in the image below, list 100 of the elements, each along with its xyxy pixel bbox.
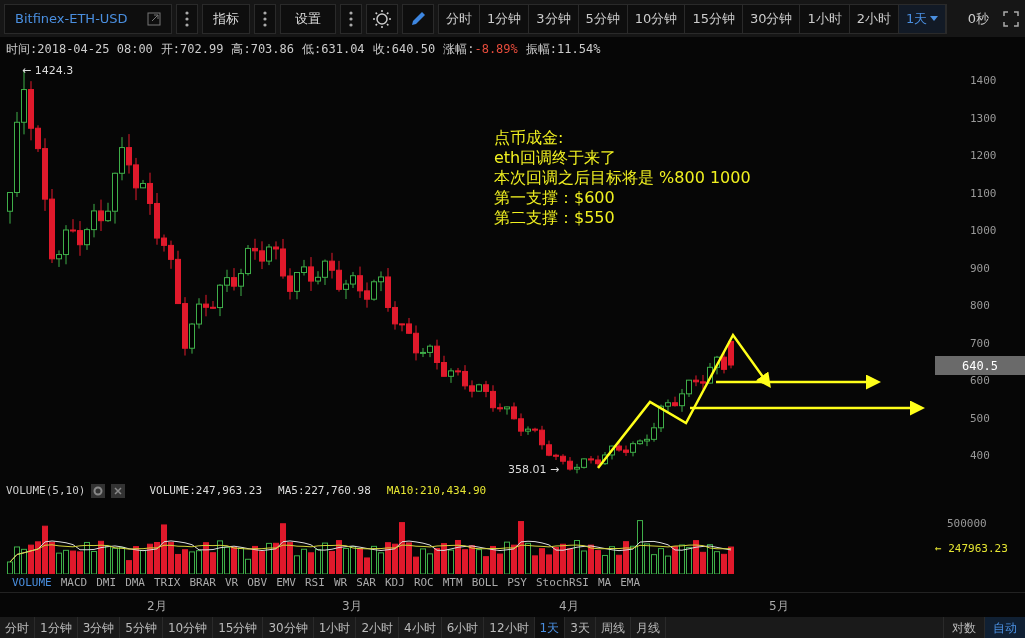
- period-tab[interactable]: 10分钟: [627, 4, 686, 33]
- period-tab[interactable]: 周线: [595, 617, 631, 638]
- period-tab[interactable]: 12小时: [484, 617, 535, 638]
- indicator-tab[interactable]: DMI: [96, 574, 117, 592]
- indicator-tab[interactable]: BRAR: [189, 574, 216, 592]
- period-tab[interactable]: 5分钟: [120, 617, 163, 638]
- indicator-tab[interactable]: EMA: [620, 574, 641, 592]
- indicator-tab[interactable]: MA: [598, 574, 612, 592]
- month-label: 2月: [147, 598, 167, 615]
- info-value: -8.89%: [474, 40, 518, 58]
- period-tab[interactable]: 15分钟: [213, 617, 264, 638]
- period-tab[interactable]: 分时: [439, 4, 480, 33]
- settings-icon[interactable]: [91, 484, 106, 498]
- sun-icon: [372, 8, 392, 29]
- y-axis-label: 500: [970, 410, 990, 427]
- info-value: 702.99: [180, 40, 224, 58]
- indicator-tab[interactable]: MTM: [442, 574, 463, 592]
- volume-reading: MA10:210,434.90: [386, 482, 487, 499]
- y-axis-label: 1000: [970, 223, 997, 239]
- y-axis-label: 900: [970, 260, 990, 277]
- info-label: 高:: [231, 40, 251, 58]
- scale-mode-button[interactable]: 自动: [984, 617, 1025, 638]
- symbol-name: Bitfinex-ETH-USD: [15, 9, 128, 28]
- period-tab[interactable]: 3天: [565, 617, 596, 638]
- countdown-text: 0秒: [967, 9, 989, 28]
- period-tab[interactable]: 1分钟: [35, 617, 78, 638]
- indicator-tab[interactable]: MACD: [60, 574, 88, 592]
- info-label: 收:: [372, 40, 392, 58]
- period-tab[interactable]: 1天: [534, 617, 566, 638]
- period-tab[interactable]: 1分钟: [480, 4, 530, 33]
- info-label: 时间:: [6, 40, 38, 58]
- month-label: 3月: [342, 598, 362, 615]
- y-axis-label: 1100: [970, 185, 997, 202]
- indicator-tab[interactable]: KDJ: [385, 574, 405, 592]
- indicator-tab[interactable]: EMV: [276, 574, 296, 592]
- volume-title: VOLUME(5,10): [6, 482, 86, 499]
- more-icon[interactable]: [263, 10, 267, 27]
- period-tab[interactable]: 10分钟: [162, 617, 214, 638]
- info-label: 振幅:: [525, 40, 558, 58]
- period-tab[interactable]: 3分钟: [77, 617, 121, 638]
- period-tab[interactable]: 6小时: [441, 617, 485, 638]
- fullscreen-icon[interactable]: [1003, 10, 1019, 27]
- indicators-button[interactable]: 指标: [202, 3, 250, 34]
- symbol-selector[interactable]: Bitfinex-ETH-USD: [4, 3, 172, 34]
- indicator-tab[interactable]: ROC: [413, 574, 434, 592]
- period-tab[interactable]: 月线: [630, 617, 666, 638]
- theme-button[interactable]: [366, 3, 398, 34]
- indicator-tab[interactable]: RSI: [305, 574, 325, 592]
- period-tab[interactable]: 2小时: [356, 617, 400, 638]
- indicator-tab[interactable]: WR: [333, 574, 348, 592]
- month-label: 5月: [769, 598, 789, 615]
- volume-reading: VOLUME:247,963.23: [149, 482, 263, 499]
- more-icon[interactable]: [185, 10, 189, 27]
- period-tab[interactable]: 30分钟: [263, 617, 314, 638]
- info-value: 11.54%: [557, 40, 601, 58]
- info-value: 631.04: [321, 40, 365, 58]
- high-price-label: ← 1424.3: [22, 63, 74, 79]
- period-tab[interactable]: 1天: [899, 4, 947, 33]
- info-label: 开:: [160, 40, 181, 58]
- annotation-text: eth回调终于来了: [494, 148, 618, 168]
- info-value: 2018-04-25 08:00: [37, 40, 153, 58]
- indicator-tab[interactable]: VOLUME: [12, 574, 52, 592]
- y-axis-label: 800: [970, 298, 990, 314]
- volume-reading: MA5:227,760.98: [278, 482, 371, 499]
- period-tab[interactable]: 30分钟: [742, 4, 801, 33]
- indicator-tab[interactable]: StochRSI: [536, 574, 589, 592]
- annotation-text: 点币成金:: [494, 128, 565, 148]
- annotation-text: 第二支撑：$550: [494, 208, 616, 228]
- indicator-tab[interactable]: DMA: [125, 574, 145, 592]
- info-value: 703.86: [250, 40, 294, 58]
- period-tab[interactable]: 5分钟: [578, 4, 628, 33]
- volume-last-value: ← 247963.23: [935, 541, 1008, 557]
- y-axis-label: 700: [970, 335, 990, 352]
- settings-button[interactable]: 设置: [280, 3, 336, 34]
- indicator-tab[interactable]: OBV: [247, 574, 268, 592]
- period-tab[interactable]: 15分钟: [685, 4, 743, 33]
- period-tab[interactable]: 3分钟: [529, 4, 579, 33]
- period-tab[interactable]: 1小时: [800, 4, 850, 33]
- more-icon[interactable]: [349, 10, 353, 27]
- last-price-tag: 640.5: [935, 356, 1025, 375]
- info-label: 低:: [302, 40, 322, 58]
- indicator-tab[interactable]: SAR: [356, 574, 376, 592]
- y-axis-label: 1200: [970, 148, 997, 164]
- close-icon[interactable]: [111, 484, 126, 498]
- period-tab[interactable]: 4小时: [399, 617, 442, 638]
- period-tab[interactable]: 1小时: [313, 617, 357, 638]
- y-axis-label: 1400: [970, 73, 997, 89]
- indicator-tab[interactable]: BOLL: [471, 574, 499, 592]
- info-value: 640.50: [391, 40, 436, 58]
- annotation-text: 本次回调之后目标将是 %800 1000: [494, 168, 751, 188]
- annotation-text: 第一支撑：$600: [494, 188, 616, 208]
- indicator-tab[interactable]: VR: [225, 574, 239, 592]
- low-price-label: 358.01 →: [508, 462, 560, 478]
- draw-button[interactable]: [402, 3, 434, 34]
- indicator-tab[interactable]: PSY: [507, 574, 527, 592]
- external-link-icon[interactable]: [147, 11, 161, 26]
- y-axis-label: 1300: [970, 110, 997, 127]
- indicator-tab[interactable]: TRIX: [154, 574, 181, 592]
- y-axis-label: 400: [970, 448, 990, 464]
- period-tab[interactable]: 分时: [0, 617, 35, 638]
